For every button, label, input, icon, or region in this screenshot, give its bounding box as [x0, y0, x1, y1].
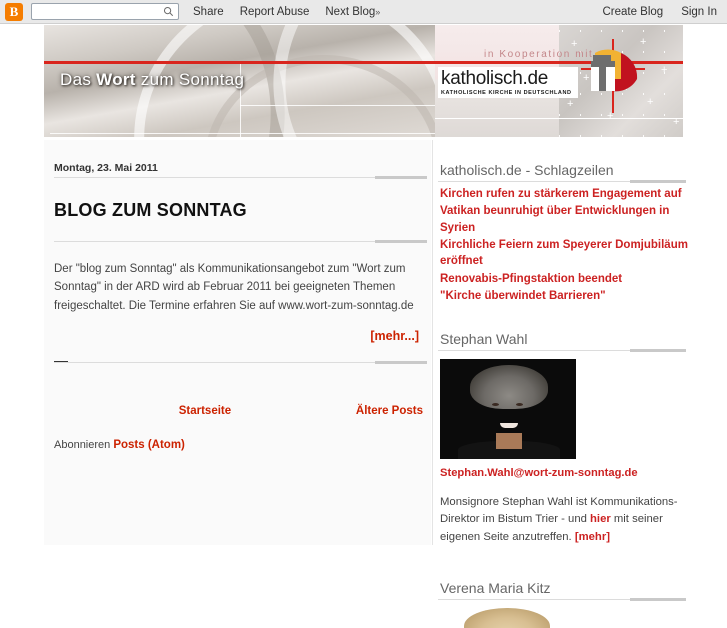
divider-rule [54, 176, 427, 179]
sidebar: katholisch.de - Schlagzeilen Kirchen ruf… [438, 140, 688, 628]
headline-item[interactable]: "Kirche überwindet Barrieren" [440, 288, 688, 304]
kooperation-label: in Kooperation mit [484, 49, 594, 60]
page-content: Montag, 23. Mai 2011 BLOG ZUM SONNTAG De… [0, 140, 727, 628]
headline-item[interactable]: Kirchliche Feiern zum Speyerer Domjubilä… [440, 237, 688, 270]
navbar-link-report-abuse[interactable]: Report Abuse [240, 6, 310, 18]
post-read-more-link[interactable]: [mehr...] [44, 327, 431, 343]
bio-hier-link[interactable]: hier [590, 513, 611, 525]
subscribe-label: Abonnieren [54, 438, 114, 451]
blogger-logo-icon[interactable]: B [5, 2, 23, 21]
nav-spacer [231, 405, 356, 417]
post-navigation: Startseite Ältere Posts [44, 363, 431, 417]
divider-rule [54, 240, 427, 244]
headline-item[interactable]: Renovabis-Pfingstaktion beendet [440, 271, 688, 287]
sidebar-heading-headlines: katholisch.de - Schlagzeilen [440, 162, 614, 178]
sidebar-heading-person-two: Verena Maria Kitz [440, 580, 551, 597]
home-link[interactable]: Startseite [179, 405, 231, 417]
plus-icon: + [661, 64, 668, 76]
sidebar-heading-person-one: Stephan Wahl [440, 331, 528, 348]
navbar-link-share[interactable]: Share [193, 6, 224, 18]
search-input[interactable] [32, 4, 158, 19]
katholisch-de-wordmark: katholisch.de KATHOLISCHE KIRCHE IN DEUT… [438, 67, 578, 98]
chevron-right-icon: » [375, 6, 381, 17]
avatar-hair [464, 608, 550, 628]
banner-divider-line [435, 118, 683, 119]
partner-name: katholisch.de [441, 68, 549, 89]
sign-in-link[interactable]: Sign In [681, 6, 717, 18]
plus-icon: + [567, 98, 574, 110]
bio-read-more-link[interactable]: [mehr] [575, 531, 610, 543]
katholisch-de-logo-icon [581, 39, 645, 113]
email-link-stephan-wahl[interactable]: Stephan.Wahl@wort-zum-sonntag.de [438, 466, 688, 482]
plus-icon: + [647, 96, 654, 108]
bio-stephan-wahl: Monsignore Stephan Wahl ist Kommunikatio… [438, 494, 688, 548]
post-body: Der "blog zum Sonntag" als Kommunikation… [54, 262, 414, 312]
site-header-banner: + + + + + + + + + + katholisch.de KATHOL… [44, 25, 683, 137]
partner-subtitle: KATHOLISCHE KIRCHE IN DEUTSCHLAND [441, 90, 572, 96]
divider-rule [438, 598, 686, 602]
banner-site-title: Das Wort zum Sonntag [60, 70, 244, 90]
banner-title-prefix: Das [60, 70, 97, 89]
banner-divider-line [240, 105, 435, 106]
banner-title-suffix: zum Sonntag [135, 70, 245, 89]
posts-atom-link[interactable]: Posts (Atom) [113, 439, 185, 451]
divider-rule [438, 180, 686, 183]
headline-item[interactable]: Kirchen rufen zu stärkerem Engagement au… [440, 186, 688, 202]
avatar-stephan-wahl [440, 359, 576, 460]
avatar-verena-maria-kitz [440, 608, 576, 628]
subscribe-row: Abonnieren Posts (Atom) [44, 417, 431, 451]
next-blog-label: Next Blog [325, 5, 376, 18]
post-title: BLOG ZUM SONNTAG [54, 200, 247, 221]
divider-rule [54, 360, 427, 364]
main-column: Montag, 23. Mai 2011 BLOG ZUM SONNTAG De… [44, 140, 431, 545]
headline-item[interactable]: Vatikan beunruhigt über Entwicklungen in… [440, 203, 688, 236]
blogger-navbar: B Share Report Abuse Next Blog» Create B… [0, 0, 727, 24]
avatar-face [482, 383, 536, 443]
navbar-links: Share Report Abuse Next Blog» [193, 6, 380, 18]
banner-partner-panel: + + + + + + + + + + katholisch.de KATHOL… [435, 25, 683, 137]
banner-divider-line [50, 133, 435, 134]
create-blog-link[interactable]: Create Blog [602, 6, 663, 18]
nav-spacer [54, 405, 179, 417]
column-divider [432, 140, 433, 545]
search-icon [163, 6, 174, 17]
blogger-logo-letter: B [9, 4, 19, 19]
post-date: Montag, 23. Mai 2011 [54, 162, 158, 174]
search-field-wrapper[interactable] [31, 3, 179, 20]
banner-title-bold: Wort [96, 70, 136, 89]
divider-rule [438, 349, 686, 353]
older-posts-link[interactable]: Ältere Posts [356, 405, 423, 417]
navbar-right-links: Create Blog Sign In [602, 0, 717, 24]
navbar-link-next-blog[interactable]: Next Blog» [325, 6, 380, 18]
headlines-list: Kirchen rufen zu stärkerem Engagement au… [438, 182, 688, 304]
